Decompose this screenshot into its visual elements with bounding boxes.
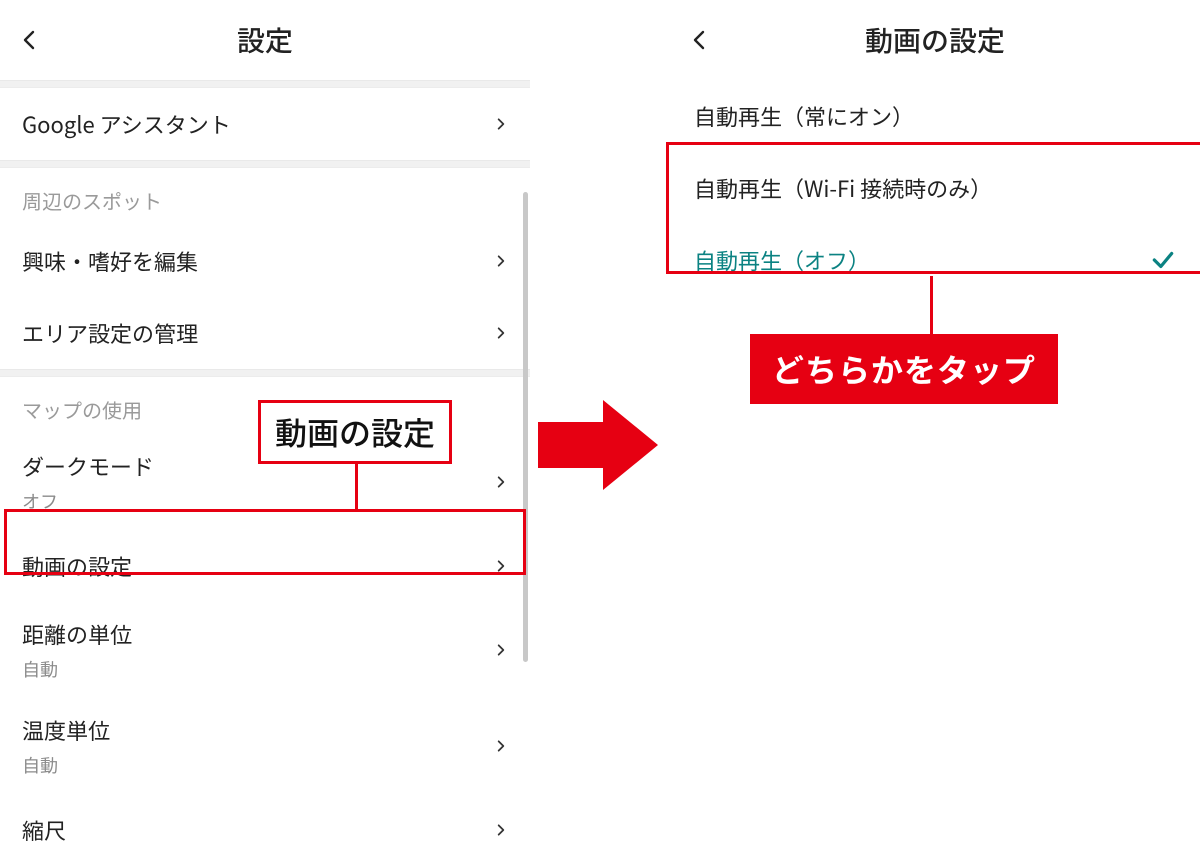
chevron-right-icon — [494, 254, 508, 268]
chevron-right-icon — [494, 739, 508, 753]
row-google-assistant[interactable]: Google アシスタント — [0, 88, 530, 160]
row-label: ダークモード — [22, 450, 154, 482]
option-autoplay-off[interactable]: 自動再生（オフ） — [670, 224, 1200, 296]
divider — [0, 369, 530, 377]
row-label: 縮尺 — [22, 814, 66, 846]
video-settings-screen: 動画の設定 自動再生（常にオン） 自動再生（Wi-Fi 接続時のみ） 自動再生（… — [670, 0, 1200, 848]
scrollbar[interactable] — [523, 192, 528, 662]
video-settings-title: 動画の設定 — [670, 20, 1200, 60]
annotation-line — [930, 276, 933, 336]
chevron-right-icon — [494, 559, 508, 573]
row-sub: 自動 — [22, 656, 132, 682]
option-label: 自動再生（Wi-Fi 接続時のみ） — [694, 172, 992, 204]
arrow-right-icon — [538, 400, 658, 490]
row-label: 温度単位 — [22, 714, 110, 746]
chevron-right-icon — [494, 475, 508, 489]
row-sub: 自動 — [22, 752, 110, 778]
option-autoplay-always[interactable]: 自動再生（常にオン） — [670, 80, 1200, 152]
option-label: 自動再生（オフ） — [694, 244, 870, 276]
row-area-settings[interactable]: エリア設定の管理 — [0, 297, 530, 369]
chevron-right-icon — [494, 117, 508, 131]
row-distance-unit[interactable]: 距離の単位 自動 — [0, 602, 530, 698]
video-settings-header: 動画の設定 — [670, 0, 1200, 80]
settings-header: 設定 — [0, 0, 530, 80]
row-label: 距離の単位 — [22, 618, 132, 650]
annotation-tap-label: どちらかをタップ — [750, 334, 1058, 404]
row-label: Google アシスタント — [22, 108, 231, 140]
option-autoplay-wifi[interactable]: 自動再生（Wi-Fi 接続時のみ） — [670, 152, 1200, 224]
divider — [0, 160, 530, 168]
row-label: 興味・嗜好を編集 — [22, 245, 198, 277]
back-icon[interactable] — [18, 28, 42, 52]
chevron-right-icon — [494, 823, 508, 837]
row-scale[interactable]: 縮尺 — [0, 794, 530, 866]
row-sub: オフ — [22, 488, 154, 514]
settings-title: 設定 — [0, 20, 530, 60]
option-label: 自動再生（常にオン） — [694, 100, 914, 132]
row-video-settings[interactable]: 動画の設定 — [0, 530, 530, 602]
row-label: エリア設定の管理 — [22, 317, 198, 349]
chevron-right-icon — [494, 643, 508, 657]
row-label: 動画の設定 — [22, 550, 132, 582]
row-temp-unit[interactable]: 温度単位 自動 — [0, 698, 530, 794]
chevron-right-icon — [494, 326, 508, 340]
divider — [0, 80, 530, 88]
section-header-spots: 周辺のスポット — [0, 168, 530, 225]
check-icon — [1150, 247, 1176, 273]
back-icon[interactable] — [688, 28, 712, 52]
annotation-callout: 動画の設定 — [258, 400, 452, 464]
row-edit-interests[interactable]: 興味・嗜好を編集 — [0, 225, 530, 297]
